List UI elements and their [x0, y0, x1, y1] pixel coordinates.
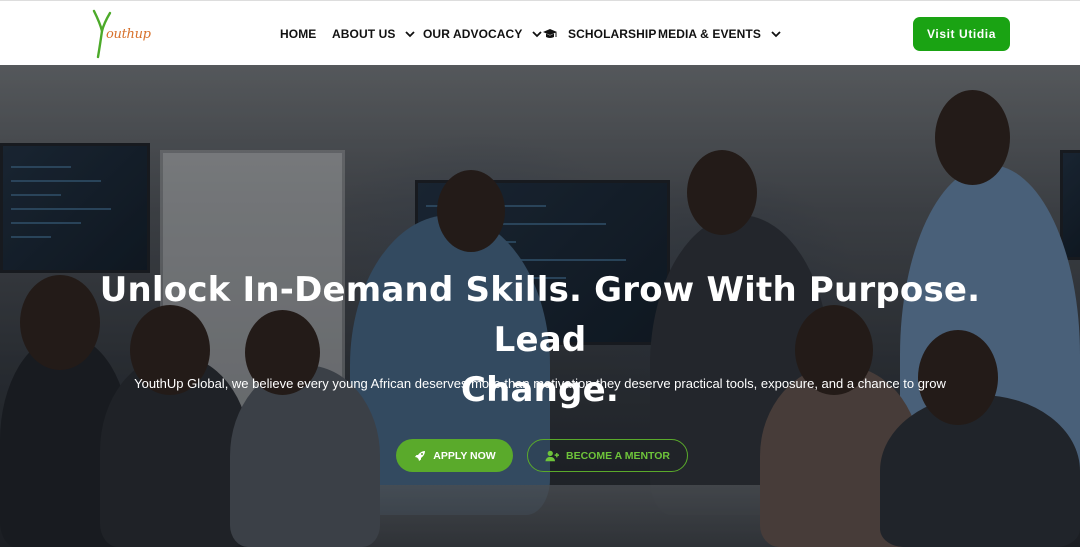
become-a-mentor-button[interactable]: BECOME A MENTOR — [527, 439, 688, 472]
hero-headline: Unlock In-Demand Skills. Grow With Purpo… — [60, 265, 1020, 415]
nav-scholarship[interactable]: SCHOLARSHIP — [542, 1, 656, 66]
graduation-cap-icon — [543, 28, 557, 38]
visit-utidia-button[interactable]: Visit Utidia — [913, 17, 1010, 51]
nav-our-advocacy[interactable]: OUR ADVOCACY — [423, 1, 543, 66]
hero-headline-line-1: Unlock In-Demand Skills. Grow With Purpo… — [99, 270, 981, 360]
apply-now-label: APPLY NOW — [433, 449, 496, 462]
apply-now-button[interactable]: APPLY NOW — [396, 439, 513, 472]
top-navbar: outhup HOME ABOUT US OUR ADVOCACY SCHOLA… — [0, 0, 1080, 65]
nav-advocacy-label: OUR ADVOCACY — [423, 26, 523, 41]
hero-subtitle: YouthUp Global, we believe every young A… — [134, 376, 946, 391]
become-a-mentor-label: BECOME A MENTOR — [565, 449, 671, 462]
nav-about-us[interactable]: ABOUT US — [332, 1, 416, 66]
logo-wordmark: outhup — [106, 27, 151, 42]
nav-about-label: ABOUT US — [332, 26, 396, 41]
hero-section: Unlock In-Demand Skills. Grow With Purpo… — [0, 65, 1080, 547]
nav-home-label: HOME — [280, 26, 317, 41]
youthup-logo[interactable]: outhup — [90, 9, 152, 59]
nav-media-events[interactable]: MEDIA & EVENTS — [658, 1, 782, 66]
chevron-down-icon — [771, 30, 781, 37]
nav-home[interactable]: HOME — [280, 1, 316, 66]
user-plus-icon — [545, 450, 559, 461]
nav-scholarship-label: SCHOLARSHIP — [568, 26, 657, 41]
rocket-icon — [415, 450, 426, 461]
nav-media-label: MEDIA & EVENTS — [658, 26, 761, 41]
chevron-down-icon — [405, 30, 416, 37]
